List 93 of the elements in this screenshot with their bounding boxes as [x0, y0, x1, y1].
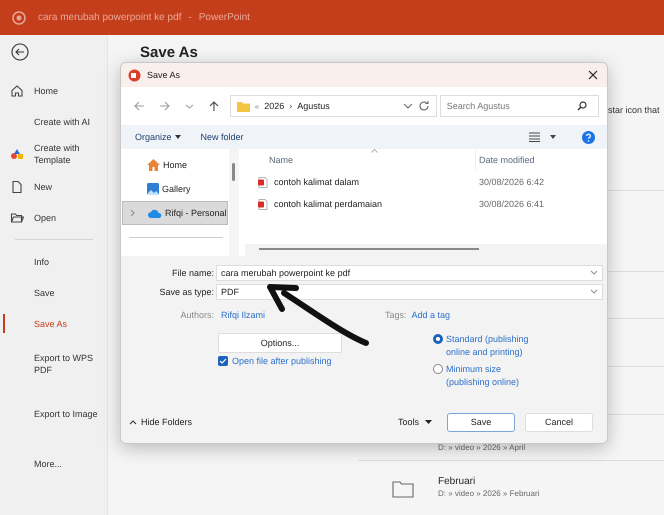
view-list-icon[interactable] [529, 132, 540, 142]
sidebar-item[interactable]: Info [0, 246, 107, 277]
breadcrumb[interactable]: Agustus [297, 101, 330, 111]
file-type-dropdown[interactable]: PDF [216, 284, 603, 300]
shapes-icon [10, 147, 24, 161]
refresh-icon[interactable] [418, 100, 430, 112]
column-header[interactable]: Name [245, 155, 475, 165]
hint-text: star icon that [608, 105, 660, 115]
sidebar-item[interactable]: Create with AI [0, 106, 107, 137]
radio-icon[interactable] [433, 364, 443, 374]
chevron-down-icon[interactable] [184, 102, 194, 110]
authors-link[interactable]: Rifqi Ilzami [221, 310, 266, 320]
column-header[interactable]: Date modified [475, 150, 607, 170]
sort-caret-icon [371, 149, 378, 153]
sidebar-item[interactable]: More... [0, 439, 107, 489]
address-bar[interactable]: « 2026 › Agustus [230, 95, 437, 117]
sidebar-item[interactable]: Home [0, 75, 107, 106]
radio-option[interactable]: Standard (publishing online and printing) [433, 333, 543, 359]
document-icon [10, 180, 24, 194]
app-name: PowerPoint [198, 12, 250, 23]
sidebar-item[interactable]: Export to Image [0, 389, 107, 439]
folder-icon [392, 480, 414, 498]
navigation-item[interactable]: Home [121, 153, 229, 177]
chevron-down-icon[interactable] [402, 101, 413, 111]
file-name-field[interactable]: cara merubah powerpoint ke pdf [216, 264, 603, 280]
cancel-button[interactable]: Cancel [525, 412, 593, 432]
folder-icon [236, 100, 250, 112]
field-label: Tags: [385, 310, 407, 320]
file-date: 30/08/2026 6:41 [478, 199, 546, 209]
scrollbar-thumb[interactable] [232, 163, 235, 181]
home-icon [10, 84, 24, 98]
chevron-down-icon[interactable] [590, 270, 598, 275]
folder-name[interactable]: Februari [438, 476, 664, 487]
folder-path: D: » video » 2026 » Februari [438, 489, 540, 498]
sidebar-item[interactable]: Create with Template [0, 137, 107, 171]
tools-menu[interactable]: Tools [398, 417, 432, 427]
field-label: Save as type: [158, 286, 215, 296]
sidebar-item[interactable]: Open [0, 202, 107, 233]
caret-icon [174, 135, 181, 139]
field-label: Authors: [179, 310, 215, 320]
add-tag-link[interactable]: Add a tag [412, 310, 450, 320]
file-name: contoh kalimat dalam [274, 177, 360, 187]
sidebar-item[interactable]: Export to WPS PDF [0, 339, 107, 389]
title-separator: - [188, 12, 192, 23]
navigation-item[interactable]: Rifqi - Personal [122, 201, 228, 225]
navigation-item[interactable]: Gallery [121, 177, 229, 201]
file-date: 30/08/2026 6:42 [478, 177, 546, 187]
hide-folders-button[interactable]: Hide Folders [129, 417, 192, 427]
search-field[interactable]: Search Agustus [440, 95, 599, 117]
image-icon [147, 183, 159, 195]
file-row[interactable]: contoh kalimat dalam 30/08/2026 6:42 [245, 171, 607, 193]
folder-path: D: » video » 2026 » April [438, 443, 526, 452]
chevron-down-icon[interactable] [590, 289, 598, 294]
field-label: File name: [170, 268, 215, 278]
forward-arrow-icon[interactable] [158, 100, 171, 112]
sidebar-item[interactable]: Save As [0, 308, 107, 339]
overflow-chevron[interactable]: « [254, 102, 260, 110]
caret-icon [425, 420, 432, 424]
new-folder-button[interactable]: New folder [200, 132, 244, 142]
scrollbar-thumb[interactable] [259, 248, 479, 250]
checkbox-icon[interactable] [218, 356, 228, 366]
sidebar-item[interactable]: Save [0, 277, 107, 308]
folder-icon [10, 210, 24, 224]
app-logo-icon [128, 68, 141, 82]
file-name: contoh kalimat perdamaian [274, 199, 382, 209]
search-input[interactable]: Search Agustus [446, 101, 577, 111]
organize-menu[interactable]: Organize [135, 132, 181, 142]
up-arrow-icon[interactable] [208, 100, 220, 112]
sidebar-item[interactable]: New [0, 171, 107, 202]
home-icon [147, 159, 160, 171]
search-icon [576, 101, 587, 111]
cloud-icon [148, 208, 162, 218]
help-icon[interactable] [582, 130, 595, 144]
pdf-file-icon [258, 198, 268, 210]
pdf-file-icon [258, 176, 268, 188]
file-row[interactable]: contoh kalimat perdamaian 30/08/2026 6:41 [245, 193, 607, 215]
dialog-title: Save As [147, 70, 180, 80]
back-icon[interactable] [11, 43, 29, 61]
options-button[interactable]: Options... [218, 333, 342, 353]
breadcrumb[interactable]: 2026 [264, 101, 284, 111]
app-logo-icon [12, 10, 26, 24]
close-icon[interactable] [588, 70, 598, 80]
caret-icon[interactable] [550, 135, 556, 139]
document-title: cara merubah powerpoint ke pdf [38, 12, 182, 23]
save-button[interactable]: Save [447, 412, 515, 432]
radio-icon[interactable] [433, 334, 443, 344]
expand-chevron-icon[interactable] [130, 209, 135, 217]
back-arrow-icon[interactable] [133, 100, 145, 112]
radio-option[interactable]: Minimum size (publishing online) [433, 363, 543, 389]
page-heading: Save As [140, 44, 198, 61]
breadcrumb-separator: › [289, 101, 292, 111]
chevron-up-icon [129, 420, 137, 424]
checkbox[interactable]: Open file after publishing [218, 356, 433, 366]
